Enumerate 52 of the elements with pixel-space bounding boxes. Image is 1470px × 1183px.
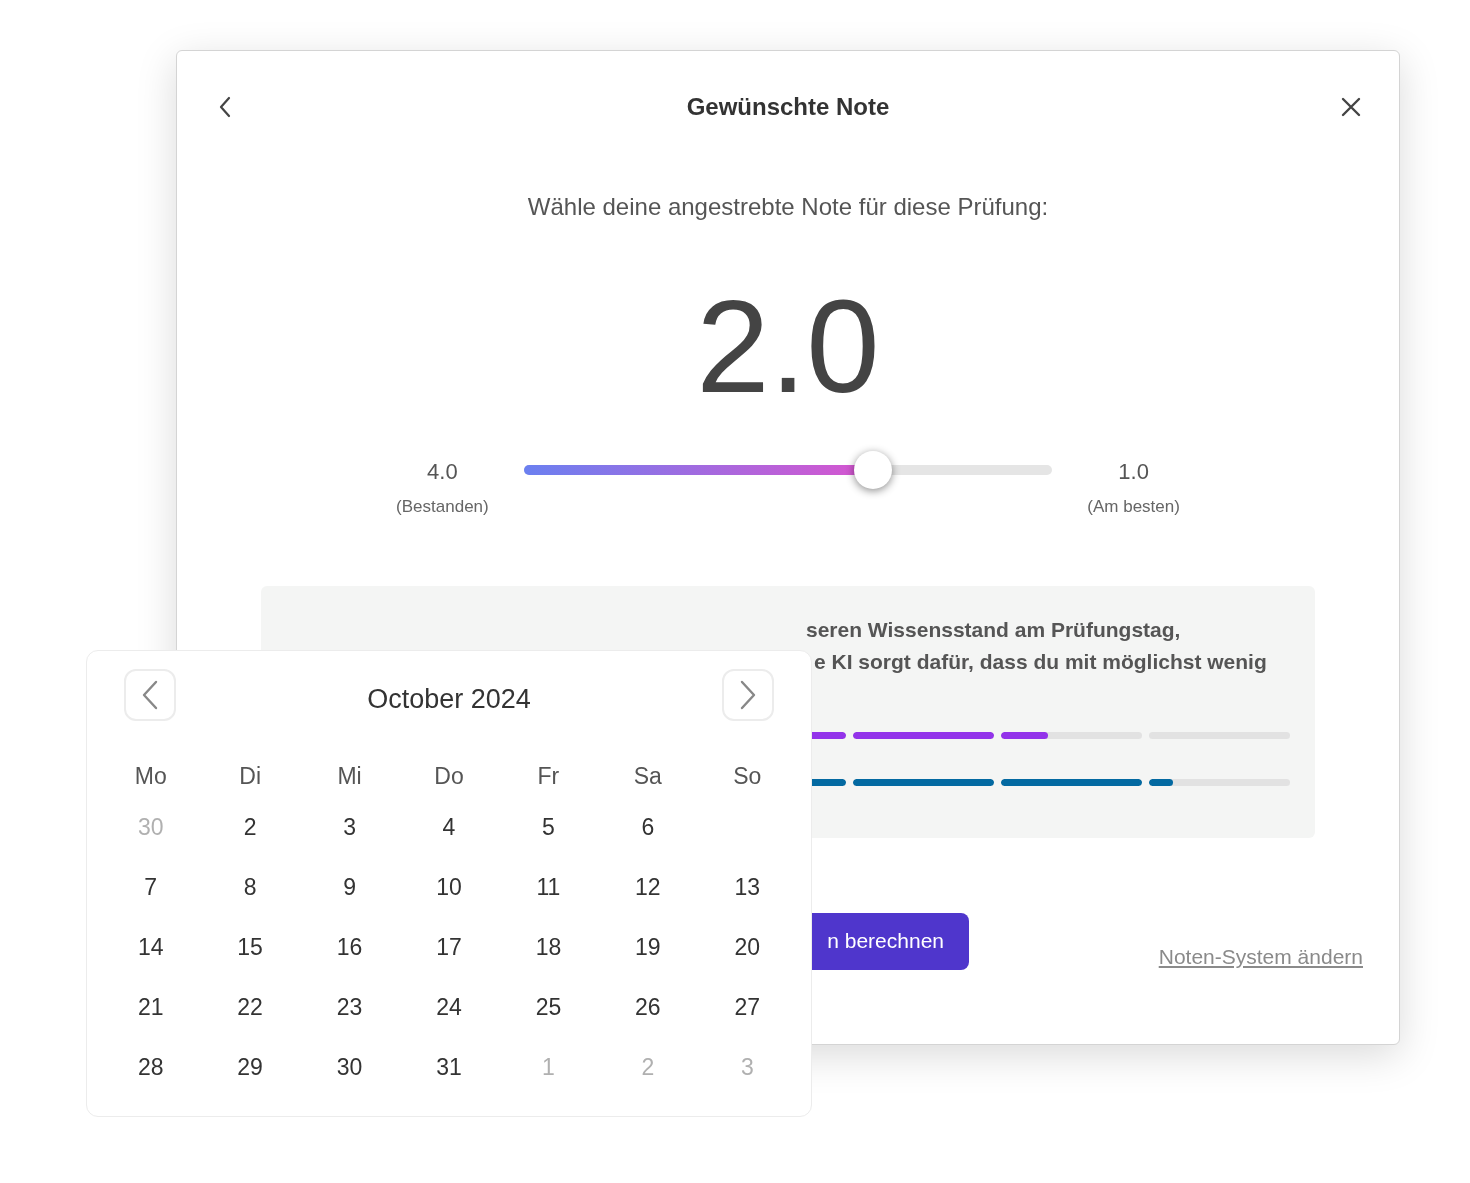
prompt-text: Wähle deine angestrebte Note für diese Prüfung: <box>527 192 1049 222</box>
calendar-day[interactable]: 24 <box>436 990 462 1020</box>
calendar-day[interactable]: 31 <box>436 1050 462 1080</box>
calendar-day[interactable]: 25 <box>535 990 562 1020</box>
calendar-day[interactable]: 30 <box>336 1050 363 1080</box>
weekday-label: Mo <box>134 762 167 789</box>
calendar-day[interactable]: 26 <box>635 990 661 1020</box>
calendar-day[interactable]: 4 <box>442 810 456 840</box>
calendar-day[interactable]: 7 <box>144 870 158 900</box>
calendar-day[interactable]: 22 <box>237 990 263 1020</box>
max-grade-caption: (Am besten) <box>1087 496 1180 518</box>
calendar-day[interactable]: 12 <box>635 870 661 900</box>
grade-slider[interactable] <box>523 451 1053 489</box>
calendar-day[interactable]: 13 <box>734 870 761 900</box>
calendar-day[interactable]: 14 <box>137 930 164 960</box>
calendar-day[interactable]: 17 <box>436 930 462 960</box>
calendar-day[interactable]: 16 <box>336 930 363 960</box>
calendar-day[interactable]: 9 <box>343 870 356 900</box>
calendar-day[interactable]: 21 <box>137 990 164 1020</box>
chevron-right-icon <box>740 680 756 710</box>
calendar-day[interactable]: 27 <box>734 990 761 1020</box>
calendar-day[interactable]: 23 <box>336 990 363 1020</box>
info-text: e KI sorgt dafür, dass du mit möglichst wenig <box>813 648 1268 675</box>
weekday-label: Mi <box>337 762 362 789</box>
info-text: seren Wissensstand am Prüfungstag, <box>806 616 1182 643</box>
calendar-day[interactable]: 20 <box>734 930 761 960</box>
next-month-button[interactable] <box>722 669 774 721</box>
calendar-day[interactable]: 11 <box>536 870 561 900</box>
weekday-label: Di <box>239 762 261 789</box>
month-title: October 2024 <box>367 682 531 716</box>
calendar-day[interactable]: 29 <box>237 1050 263 1080</box>
calendar-day[interactable]: 18 <box>535 930 562 960</box>
calendar-day[interactable]: 8 <box>243 870 257 900</box>
dialog-title: Gewünschte Note <box>686 92 890 122</box>
calendar-day[interactable]: 10 <box>436 870 462 900</box>
calendar-day[interactable]: 28 <box>137 1050 164 1080</box>
calendar-day[interactable]: 2 <box>243 810 257 840</box>
calendar-day[interactable]: 15 <box>237 930 263 960</box>
calendar-day[interactable]: 3 <box>343 810 356 840</box>
grade-value: 2.0 <box>696 277 880 417</box>
weekday-label: Fr <box>537 762 560 789</box>
chevron-left-icon <box>142 680 158 710</box>
calendar-day[interactable]: 6 <box>641 810 655 840</box>
weekday-label: Sa <box>633 762 662 789</box>
min-grade-label: 4.0 <box>427 458 458 486</box>
calendar-day[interactable]: 19 <box>635 930 661 960</box>
weekday-label: Do <box>434 762 464 789</box>
calendar-day[interactable]: 5 <box>542 810 555 840</box>
weekday-label: So <box>733 762 762 789</box>
max-grade-label: 1.0 <box>1118 458 1149 486</box>
min-grade-caption: (Bestanden) <box>396 496 489 518</box>
previous-month-button[interactable] <box>124 669 176 721</box>
